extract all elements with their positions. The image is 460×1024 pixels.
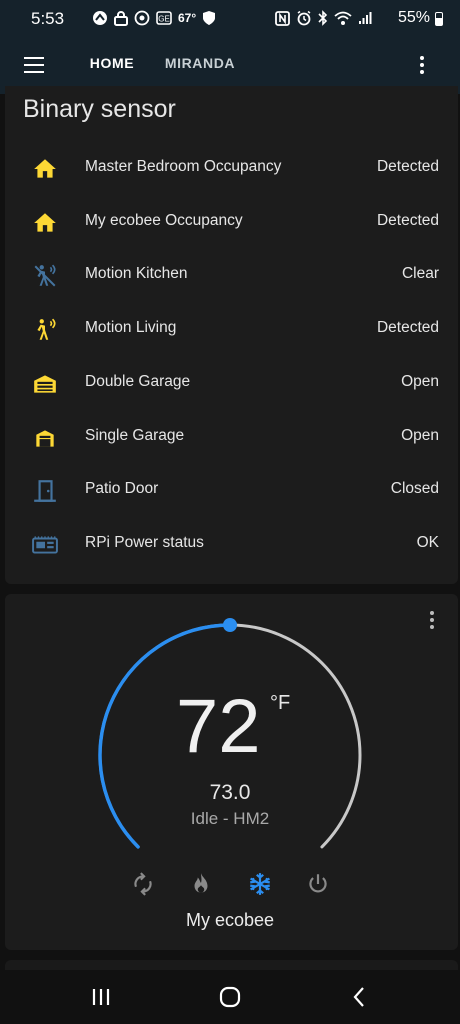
entity-state: OK (416, 534, 439, 551)
status-right-icons (275, 10, 372, 26)
bluetooth-icon (318, 10, 328, 26)
entity-state: Open (401, 373, 439, 390)
recent-apps-icon[interactable] (86, 984, 116, 1010)
status-left-icons: GE 67° (92, 10, 216, 26)
nfc-icon (275, 10, 290, 26)
power-icon[interactable] (305, 871, 331, 897)
garage-open-icon (34, 375, 56, 393)
motion-icon (37, 318, 56, 340)
entity-name: Single Garage (85, 427, 185, 444)
entity-row[interactable]: Motion Living Detected (5, 303, 458, 357)
temperature-unit: °F (270, 692, 291, 714)
menu-icon[interactable] (24, 54, 46, 74)
home-icon (34, 159, 56, 178)
entity-state: Detected (376, 212, 439, 229)
battery-icon (435, 12, 443, 26)
entity-row[interactable]: Motion Kitchen Clear (5, 249, 458, 303)
raspberry-pi-icon (32, 536, 58, 554)
entity-row[interactable]: Double Garage Open (5, 357, 458, 411)
entity-row[interactable]: My ecobee Occupancy Detected (5, 196, 458, 250)
entity-row[interactable]: RPi Power status OK (5, 518, 458, 572)
thermostat-more-icon[interactable] (428, 610, 436, 630)
entity-state: Closed (390, 480, 439, 497)
entity-row[interactable]: Patio Door Closed (5, 464, 458, 518)
signal-icon (359, 12, 372, 24)
camera-icon (134, 10, 150, 26)
garage-open-icon (36, 430, 54, 447)
entity-name: Double Garage (85, 373, 191, 390)
entity-name: Motion Living (85, 319, 177, 336)
navigation-icon (93, 11, 107, 25)
alarm-icon (297, 10, 311, 26)
lock-icon (114, 11, 128, 26)
entity-name: My ecobee Occupancy (85, 212, 243, 229)
entity-state: Open (401, 427, 439, 444)
overflow-menu-icon[interactable] (418, 54, 426, 76)
thermostat-name: My ecobee (185, 910, 275, 930)
binary-sensor-card: Binary sensor Master Bedroom Occupancy D… (5, 86, 458, 584)
current-temperature: 73.0 (209, 781, 251, 804)
entity-name: Motion Kitchen (85, 265, 188, 282)
home-circle-icon[interactable] (215, 984, 245, 1010)
entity-name: Master Bedroom Occupancy (85, 158, 282, 175)
svg-text:GE: GE (158, 15, 170, 24)
hvac-status: Idle - HM2 (190, 809, 270, 828)
system-navbar (0, 970, 460, 1024)
status-bar: 5:53 GE 67° 55% (0, 0, 460, 38)
target-temperature: 72 (176, 684, 261, 769)
thermostat-card (5, 594, 458, 950)
entity-row[interactable]: Master Bedroom Occupancy Detected (5, 142, 458, 196)
entity-row[interactable]: Single Garage Open (5, 411, 458, 465)
motion-off-icon (34, 264, 56, 287)
back-icon[interactable] (344, 984, 374, 1010)
status-temperature: 67° (178, 11, 197, 25)
g-icon: GE (156, 11, 172, 25)
fire-icon[interactable] (188, 871, 214, 897)
card-title: Binary sensor (23, 95, 176, 123)
status-time: 5:53 (31, 9, 65, 28)
entity-name: RPi Power status (85, 534, 204, 551)
entity-state: Clear (401, 265, 439, 282)
snowflake-icon[interactable] (247, 871, 273, 897)
autorenew-icon[interactable] (130, 871, 156, 897)
shield-icon (203, 11, 216, 25)
entity-state: Detected (376, 158, 439, 175)
entity-state: Detected (376, 319, 439, 336)
door-closed-icon (34, 480, 56, 502)
wifi-icon (334, 11, 352, 25)
entity-name: Patio Door (85, 480, 159, 497)
battery-percent: 55% (397, 9, 430, 26)
home-icon (34, 213, 56, 232)
